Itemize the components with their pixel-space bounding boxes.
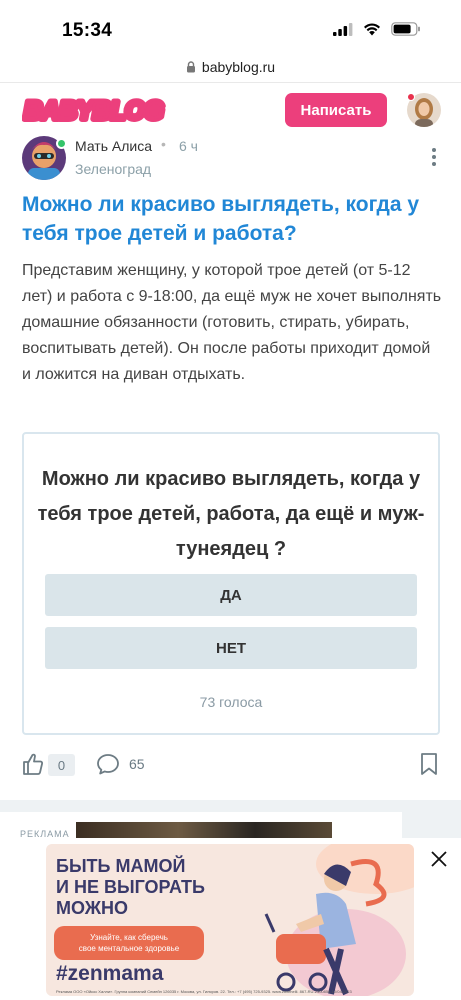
battery-icon xyxy=(391,22,420,36)
notification-dot xyxy=(407,93,415,101)
lock-icon xyxy=(186,61,195,73)
online-indicator xyxy=(56,138,67,149)
bookmark-icon[interactable] xyxy=(419,752,439,776)
post-actions: 0 65 xyxy=(0,752,461,780)
comment-count: 65 xyxy=(129,756,145,772)
banner-hashtag: #zenmama xyxy=(56,962,164,985)
post-body: Представим женщину, у которой трое детей… xyxy=(22,262,442,383)
status-icons xyxy=(333,22,421,36)
author-city: Зеленоград xyxy=(75,161,152,177)
wifi-icon xyxy=(364,22,380,35)
url-text[interactable]: babyblog.ru xyxy=(202,59,275,75)
post-card: Мать Алиса • 6 ч Зеленоград Можно ли кра… xyxy=(0,130,461,800)
poll-votes-count: 73 голоса xyxy=(199,694,263,710)
like-count: 0 xyxy=(48,754,75,776)
sticky-ad: БЫТЬ МАМОЙ И НЕ ВЫГОРАТЬ МОЖНО Узнайте, … xyxy=(0,838,461,1000)
poll-option-yes[interactable]: ДА xyxy=(45,574,417,616)
post-time: 6 ч xyxy=(179,138,198,154)
poll-question: Можно ли красиво выглядеть, когда у тебя… xyxy=(37,468,425,560)
banner-disclaimer: Реклама ООО «Ойкос Халли». Группа компан… xyxy=(56,989,352,994)
like-icon[interactable] xyxy=(22,752,44,776)
url-bar[interactable]: babyblog.ru xyxy=(0,52,461,82)
poll: Можно ли красиво выглядеть, когда у тебя… xyxy=(22,432,440,735)
kebab-icon[interactable] xyxy=(432,148,436,166)
svg-text:BABYBLOG: BABYBLOG xyxy=(24,97,163,125)
status-time: 15:34 xyxy=(62,20,113,41)
close-icon[interactable] xyxy=(430,850,448,868)
post-title[interactable]: Можно ли красиво выглядеть, когда у тебя… xyxy=(22,190,442,248)
signal-icon xyxy=(333,22,353,36)
write-button[interactable]: Написать xyxy=(285,93,387,127)
banner-cta[interactable]: Узнайте, как сберечь свое ментальное здо… xyxy=(54,926,204,960)
babyblog-logo[interactable]: BABYBLOG BABYBLOG xyxy=(22,93,182,127)
comment-icon[interactable] xyxy=(96,752,120,776)
meta-separator: • xyxy=(161,136,166,152)
author-name[interactable]: Мать Алиса xyxy=(75,138,152,154)
ad-banner[interactable]: БЫТЬ МАМОЙ И НЕ ВЫГОРАТЬ МОЖНО Узнайте, … xyxy=(46,844,414,996)
poll-option-no[interactable]: НЕТ xyxy=(45,627,417,669)
banner-title: БЫТЬ МАМОЙ И НЕ ВЫГОРАТЬ МОЖНО xyxy=(56,856,205,918)
